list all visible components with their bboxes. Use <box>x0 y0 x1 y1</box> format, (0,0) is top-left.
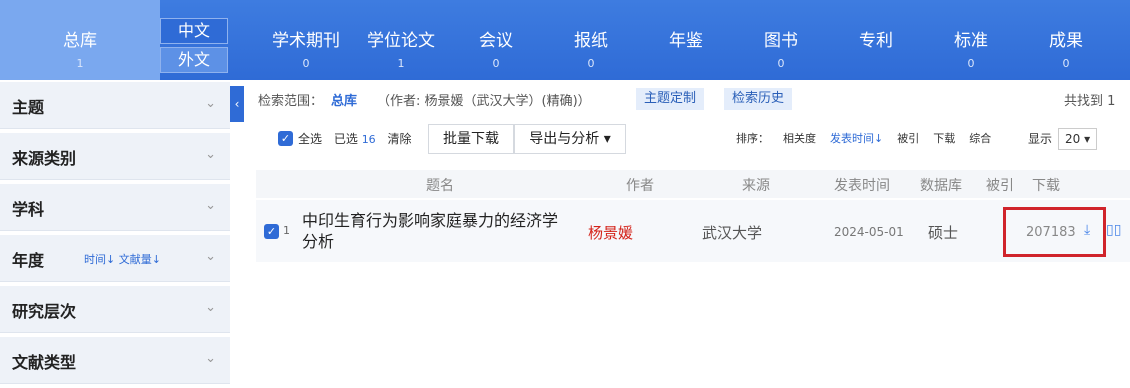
col-cited: 被引 <box>986 178 1014 194</box>
result-count: 共找到 1 <box>1064 94 1116 109</box>
scope-label: 检索范围： <box>258 94 324 109</box>
facet-sidebar: 主题 ⌄ 来源类别 ⌄ 学科 ⌄ 年度 时间↓ 文献量↓ ⌄ 研究层次 ⌄ 文献… <box>0 82 230 388</box>
sort-label: 排序： <box>736 132 769 145</box>
select-all-checkbox[interactable]: ✓ <box>278 131 293 146</box>
col-author: 作者 <box>626 178 654 194</box>
row-index: 1 <box>283 224 290 237</box>
tab-count: 0 <box>967 57 975 70</box>
tab-theses[interactable]: 学位论文 1 <box>354 0 448 80</box>
search-history-button[interactable]: 检索历史 <box>724 88 793 110</box>
tab-standards[interactable]: 标准 0 <box>924 0 1018 80</box>
facet-year[interactable]: 年度 时间↓ 文献量↓ ⌄ <box>0 235 230 282</box>
facet-label: 研究层次 <box>12 302 77 321</box>
tab-label: 会议 <box>479 31 513 51</box>
show-label: 显示 <box>1028 132 1053 146</box>
col-database: 数据库 <box>920 178 962 194</box>
col-source: 来源 <box>742 178 770 194</box>
tab-label: 成果 <box>1049 31 1083 51</box>
selection-summary: 全选 已选 16 清除 <box>298 130 412 147</box>
sidebar-collapse-button[interactable]: ‹ <box>230 86 244 122</box>
facet-document-type[interactable]: 文献类型 ⌄ <box>0 337 230 384</box>
selected-count: 16 <box>361 133 376 146</box>
tab-conference[interactable]: 会议 0 <box>448 0 544 80</box>
col-date: 发表时间 <box>834 178 890 194</box>
chevron-down-icon: ⌄ <box>205 249 216 264</box>
tab-count: 1 <box>397 57 405 70</box>
sort-by-time[interactable]: 时间↓ <box>84 253 115 266</box>
tab-books[interactable]: 图书 0 <box>734 0 828 80</box>
chevron-down-icon: ⌄ <box>205 351 216 366</box>
tab-label: 总库 <box>63 31 97 51</box>
result-author-link[interactable]: 杨景媛 <box>588 222 633 243</box>
result-source-link[interactable]: 武汉大学 <box>702 222 762 243</box>
facet-label: 学科 <box>12 200 45 219</box>
chevron-down-icon: ⌄ <box>205 300 216 315</box>
table-row: ✓ 1 中印生育行为影响家庭暴力的经济学分析 杨景媛 武汉大学 2024-05-… <box>256 200 1130 262</box>
tab-label: 学术期刊 <box>272 31 340 51</box>
search-scope: 检索范围： 总库 （作者: 杨景媛（武汉大学）(精确)） <box>258 90 591 109</box>
lang-chinese[interactable]: 中文 <box>160 18 228 44</box>
search-query: （作者: 杨景媛（武汉大学）(精确)） <box>377 94 591 109</box>
tab-yearbook[interactable]: 年鉴 <box>638 0 734 80</box>
tab-count: 0 <box>1062 57 1070 70</box>
chevron-down-icon: ⌄ <box>205 198 216 213</box>
page-size: 显示 20 ▾ <box>1028 128 1098 150</box>
tab-newspaper[interactable]: 报纸 0 <box>544 0 638 80</box>
col-title: 题名 <box>426 178 454 194</box>
facet-label: 年度 <box>12 251 45 270</box>
facet-discipline[interactable]: 学科 ⌄ <box>0 184 230 231</box>
tab-label: 专利 <box>859 31 893 51</box>
sort-download[interactable]: 下载 <box>933 132 955 145</box>
result-title-link[interactable]: 中印生育行为影响家庭暴力的经济学分析 <box>302 210 572 252</box>
facet-topic[interactable]: 主题 ⌄ <box>0 82 230 129</box>
export-analysis-button[interactable]: 导出与分析 ▾ <box>514 124 626 154</box>
tab-count: 0 <box>587 57 595 70</box>
facet-label: 主题 <box>12 98 45 117</box>
sort-cited[interactable]: 被引 <box>897 132 919 145</box>
highlight-box <box>1003 207 1106 257</box>
scope-value: 总库 <box>331 94 358 109</box>
chevron-down-icon: ⌄ <box>205 96 216 111</box>
page-size-select[interactable]: 20 ▾ <box>1058 128 1098 150</box>
tab-label: 年鉴 <box>669 31 703 51</box>
sort-publish-date[interactable]: 发表时间↓ <box>830 132 883 145</box>
facet-source-type[interactable]: 来源类别 ⌄ <box>0 133 230 180</box>
tab-label: 标准 <box>954 31 988 51</box>
tab-count: 0 <box>777 57 785 70</box>
top-nav: 总库 1 中文 外文 学术期刊 0 学位论文 1 会议 0 报纸 0 年鉴 图书… <box>0 0 1130 80</box>
tab-label: 报纸 <box>574 31 608 51</box>
tab-journals[interactable]: 学术期刊 0 <box>258 0 354 80</box>
sort-by-count[interactable]: 文献量↓ <box>119 253 161 266</box>
sort-relevance[interactable]: 相关度 <box>783 132 816 145</box>
selected-label: 已选 <box>333 132 358 146</box>
results-table-header: 题名 作者 来源 发表时间 数据库 被引 下载 <box>256 170 1130 198</box>
custom-topic-button[interactable]: 主题定制 <box>636 88 705 110</box>
tab-patents[interactable]: 专利 <box>828 0 924 80</box>
result-toolbar: ✓ 全选 已选 16 清除 批量下载 导出与分析 ▾ 排序： 相关度 发表时间↓ 被引… <box>258 124 1130 154</box>
facet-label: 来源类别 <box>12 149 77 168</box>
result-date: 2024-05-01 <box>834 225 904 239</box>
clear-selection[interactable]: 清除 <box>388 132 412 146</box>
tab-count: 1 <box>76 57 84 70</box>
tab-total[interactable]: 总库 1 <box>0 0 160 80</box>
tab-count: 0 <box>302 57 310 70</box>
language-switch: 中文 外文 <box>160 18 230 76</box>
row-checkbox[interactable]: ✓ <box>264 224 279 239</box>
tab-label: 图书 <box>764 31 798 51</box>
facet-research-level[interactable]: 研究层次 ⌄ <box>0 286 230 333</box>
facet-label: 文献类型 <box>12 353 77 372</box>
year-sort-options: 时间↓ 文献量↓ <box>84 251 161 267</box>
tab-label: 学位论文 <box>367 31 435 51</box>
chevron-down-icon: ⌄ <box>205 147 216 162</box>
sort-overall[interactable]: 综合 <box>969 132 991 145</box>
result-database: 硕士 <box>928 224 959 242</box>
col-download: 下载 <box>1032 178 1060 194</box>
lang-foreign[interactable]: 外文 <box>160 47 228 73</box>
sort-options: 排序： 相关度 发表时间↓ 被引 下载 综合 <box>736 130 1005 146</box>
tab-achievements[interactable]: 成果 0 <box>1018 0 1114 80</box>
read-online-icon[interactable]: ▯▯ <box>1106 222 1121 238</box>
batch-download-button[interactable]: 批量下载 <box>428 124 514 154</box>
select-all-label[interactable]: 全选 <box>298 132 322 146</box>
tab-count: 0 <box>492 57 500 70</box>
